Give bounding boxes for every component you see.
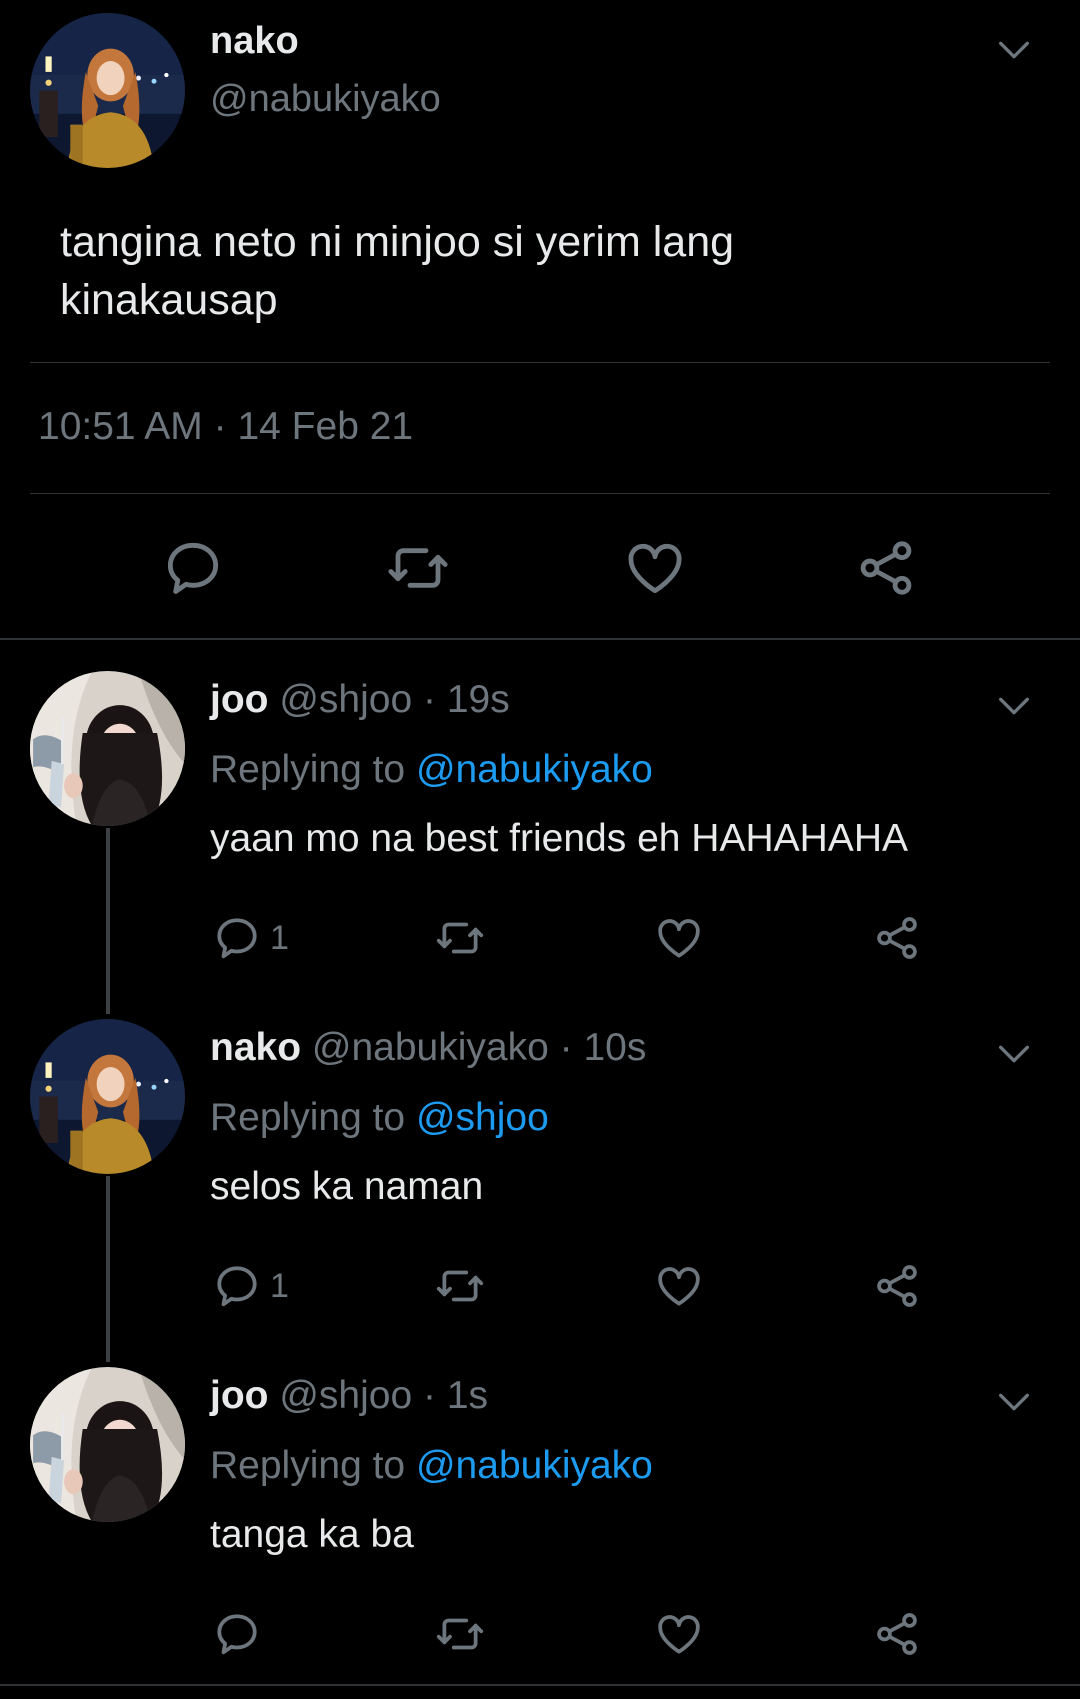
retweet-button[interactable]	[435, 913, 485, 963]
separator: ·	[559, 1026, 573, 1069]
share-icon	[872, 1261, 922, 1311]
retweet-icon	[435, 913, 485, 963]
tweet-text-line: kinakausap	[60, 276, 278, 324]
share-button[interactable]	[854, 536, 918, 600]
share-icon	[854, 536, 918, 600]
like-button[interactable]	[654, 1261, 704, 1311]
reply-button[interactable]: 1	[212, 1261, 289, 1311]
divider	[0, 1684, 1080, 1686]
divider	[30, 493, 1050, 494]
mention-link[interactable]: @nabukiyako	[416, 1444, 653, 1487]
time[interactable]: 19s	[447, 678, 510, 721]
retweet-icon	[435, 1609, 485, 1659]
separator: ·	[423, 678, 436, 721]
reply-icon	[212, 1609, 262, 1659]
tweet-text-line: tangina neto ni minjoo si yerim lang	[60, 218, 735, 266]
like-icon	[623, 536, 687, 600]
chevron-down-icon[interactable]	[994, 686, 1034, 726]
timestamp[interactable]: 10:51 AM · 14 Feb 21	[38, 405, 413, 449]
handle[interactable]: @nabukiyako	[210, 78, 441, 121]
retweet-button[interactable]	[435, 1261, 485, 1311]
reply-count: 1	[270, 918, 289, 957]
section-divider	[0, 638, 1080, 640]
mention-link[interactable]: @nabukiyako	[416, 748, 653, 791]
like-icon	[654, 1261, 704, 1311]
reply-button[interactable]: 1	[212, 913, 289, 963]
reply-button[interactable]	[212, 1609, 262, 1659]
handle[interactable]: @shjoo	[279, 678, 412, 721]
reply-icon	[212, 913, 262, 963]
display-name[interactable]: joo	[210, 1374, 268, 1417]
tweet-header: joo @shjoo · 1s	[210, 1374, 488, 1418]
tweet-header: nako @nabukiyako · 10s	[210, 1026, 646, 1070]
chevron-down-icon[interactable]	[994, 30, 1034, 70]
share-button[interactable]	[872, 913, 922, 963]
thread-line	[106, 828, 110, 1014]
replying-to: Replying to @nabukiyako	[210, 748, 653, 792]
retweet-icon	[386, 536, 450, 600]
handle[interactable]: @shjoo	[279, 1374, 412, 1417]
tweet-text: selos ka naman	[210, 1165, 484, 1208]
chevron-down-icon[interactable]	[994, 1034, 1034, 1074]
reply-count: 1	[270, 1266, 289, 1305]
time[interactable]: 10s	[583, 1026, 646, 1069]
reply-icon	[212, 1261, 262, 1311]
tweet-text: tanga ka ba	[210, 1513, 414, 1556]
replying-to: Replying to @nabukiyako	[210, 1444, 653, 1488]
date: 14 Feb 21	[237, 405, 414, 448]
retweet-button[interactable]	[386, 536, 450, 600]
tweet-header: joo @shjoo · 19s	[210, 678, 510, 722]
avatar[interactable]	[30, 671, 185, 826]
like-button[interactable]	[654, 913, 704, 963]
replying-label: Replying to	[210, 1444, 406, 1487]
retweet-button[interactable]	[435, 1609, 485, 1659]
like-icon	[654, 1609, 704, 1659]
divider	[30, 362, 1050, 363]
chevron-down-icon[interactable]	[994, 1382, 1034, 1422]
share-icon	[872, 913, 922, 963]
share-button[interactable]	[872, 1609, 922, 1659]
mention-link[interactable]: @shjoo	[416, 1096, 549, 1139]
time: 10:51 AM	[38, 405, 203, 448]
like-button[interactable]	[654, 1609, 704, 1659]
display-name[interactable]: joo	[210, 678, 268, 721]
avatar[interactable]	[30, 13, 185, 168]
tweet-text: tangina neto ni minjoo si yerim lang kin…	[60, 213, 1040, 329]
separator: ·	[423, 1374, 436, 1417]
reply-button[interactable]	[161, 536, 225, 600]
share-icon	[872, 1609, 922, 1659]
retweet-icon	[435, 1261, 485, 1311]
separator: ·	[213, 405, 227, 448]
reply-icon	[161, 536, 225, 600]
tweet-text: yaan mo na best friends eh HAHAHAHA	[210, 817, 909, 860]
share-button[interactable]	[872, 1261, 922, 1311]
like-button[interactable]	[623, 536, 687, 600]
avatar[interactable]	[30, 1019, 185, 1174]
replying-label: Replying to	[210, 1096, 406, 1139]
thread-line	[106, 1176, 110, 1362]
replying-to: Replying to @shjoo	[210, 1096, 549, 1140]
display-name[interactable]: nako	[210, 20, 299, 63]
time[interactable]: 1s	[447, 1374, 488, 1417]
like-icon	[654, 913, 704, 963]
replying-label: Replying to	[210, 748, 406, 791]
avatar[interactable]	[30, 1367, 185, 1522]
handle[interactable]: @nabukiyako	[312, 1026, 549, 1069]
display-name[interactable]: nako	[210, 1026, 301, 1069]
